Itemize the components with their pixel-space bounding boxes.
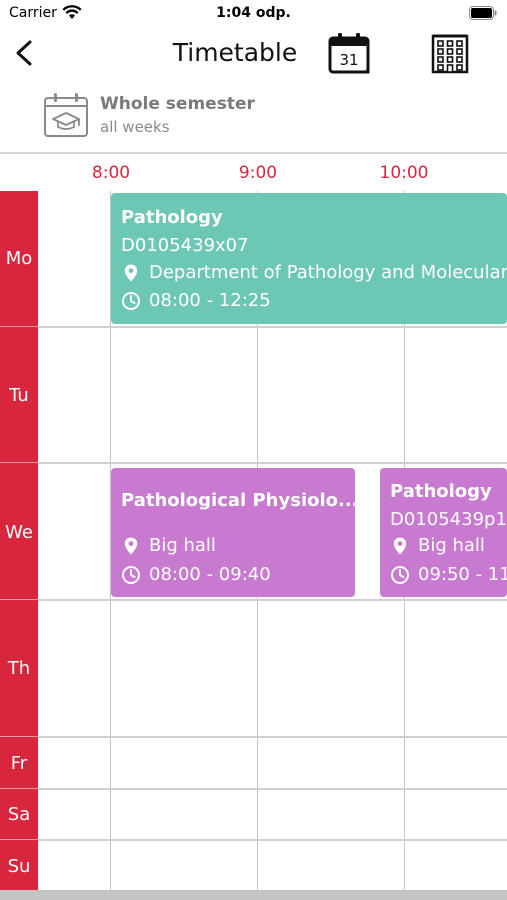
row-divider xyxy=(38,462,507,464)
event-location: Big hall xyxy=(121,535,216,556)
semester-selector[interactable]: Whole semester all weeks xyxy=(42,90,302,142)
clock-icon xyxy=(391,565,409,584)
building-icon xyxy=(431,34,469,74)
event-card-wednesday-pathology[interactable]: Pathology D0105439p1 Big hall 09:50 - 11 xyxy=(380,468,507,597)
event-location-text: Big hall xyxy=(149,535,216,556)
time-label-9: 9:00 xyxy=(238,163,278,183)
row-divider xyxy=(38,326,507,328)
row-divider xyxy=(38,599,507,601)
status-bar: Carrier 1:04 odp. xyxy=(0,0,507,28)
event-title: Pathological Physiolo... xyxy=(121,490,355,511)
calendar-icon: 31 xyxy=(328,33,370,74)
day-column: Mo Tu We Th Fr Sa Su xyxy=(0,191,38,890)
location-pin-icon xyxy=(393,537,407,554)
day-divider xyxy=(0,736,38,737)
navigation-bar: Timetable 31 xyxy=(0,28,507,80)
event-time: 08:00 - 09:40 xyxy=(121,564,271,585)
back-chevron-icon xyxy=(16,40,32,66)
time-label-10: 10:00 xyxy=(379,163,429,183)
event-time-text: 08:00 - 12:25 xyxy=(149,290,271,311)
event-time: 09:50 - 11 xyxy=(390,564,507,585)
day-label-su: Su xyxy=(7,856,31,877)
status-time: 1:04 odp. xyxy=(216,5,291,21)
time-label-8: 8:00 xyxy=(91,163,131,183)
location-pin-icon xyxy=(124,537,138,554)
event-location: Big hall xyxy=(390,535,485,556)
location-pin-icon xyxy=(124,264,138,281)
event-location-text: Department of Pathology and Molecular Me… xyxy=(149,262,507,283)
row-divider xyxy=(38,736,507,738)
event-title: Pathology xyxy=(390,481,492,502)
graduation-calendar-icon xyxy=(44,93,88,137)
day-label-th: Th xyxy=(7,658,31,679)
calendar-button[interactable]: 31 xyxy=(327,32,373,76)
semester-subtitle: all weeks xyxy=(100,118,170,136)
day-divider xyxy=(0,788,38,789)
day-label-we: We xyxy=(5,522,33,543)
clock-icon xyxy=(122,565,140,584)
event-card-wednesday-pathophysiology[interactable]: Pathological Physiolo... Big hall 08:00 … xyxy=(111,468,355,597)
row-divider xyxy=(38,839,507,841)
buildings-button[interactable] xyxy=(430,32,470,76)
calendar-day-number: 31 xyxy=(339,51,358,69)
day-label-sa: Sa xyxy=(7,804,31,825)
event-location: Department of Pathology and Molecular Me… xyxy=(121,262,507,283)
day-divider xyxy=(0,462,38,463)
event-time: 08:00 - 12:25 xyxy=(121,290,271,311)
event-location-text: Big hall xyxy=(418,535,485,556)
bottom-scroll-bar xyxy=(0,890,507,900)
day-divider xyxy=(0,599,38,600)
row-divider xyxy=(38,788,507,790)
day-divider xyxy=(0,839,38,840)
clock-icon xyxy=(122,291,140,310)
event-code: D0105439p1 xyxy=(390,509,507,530)
event-time-text: 09:50 - 11 xyxy=(418,564,507,585)
day-divider xyxy=(0,326,38,327)
day-label-mo: Mo xyxy=(5,248,33,269)
event-code: D0105439x07 xyxy=(121,235,249,256)
header-divider xyxy=(0,152,507,154)
day-label-tu: Tu xyxy=(9,385,29,406)
battery-icon xyxy=(469,6,497,20)
semester-title: Whole semester xyxy=(100,94,255,114)
event-card-monday-pathology[interactable]: Pathology D0105439x07 Department of Path… xyxy=(111,193,507,324)
event-time-text: 08:00 - 09:40 xyxy=(149,564,271,585)
back-button[interactable] xyxy=(10,36,40,70)
page-title: Timetable xyxy=(172,38,298,67)
event-title: Pathology xyxy=(121,207,223,228)
day-label-fr: Fr xyxy=(10,753,28,774)
